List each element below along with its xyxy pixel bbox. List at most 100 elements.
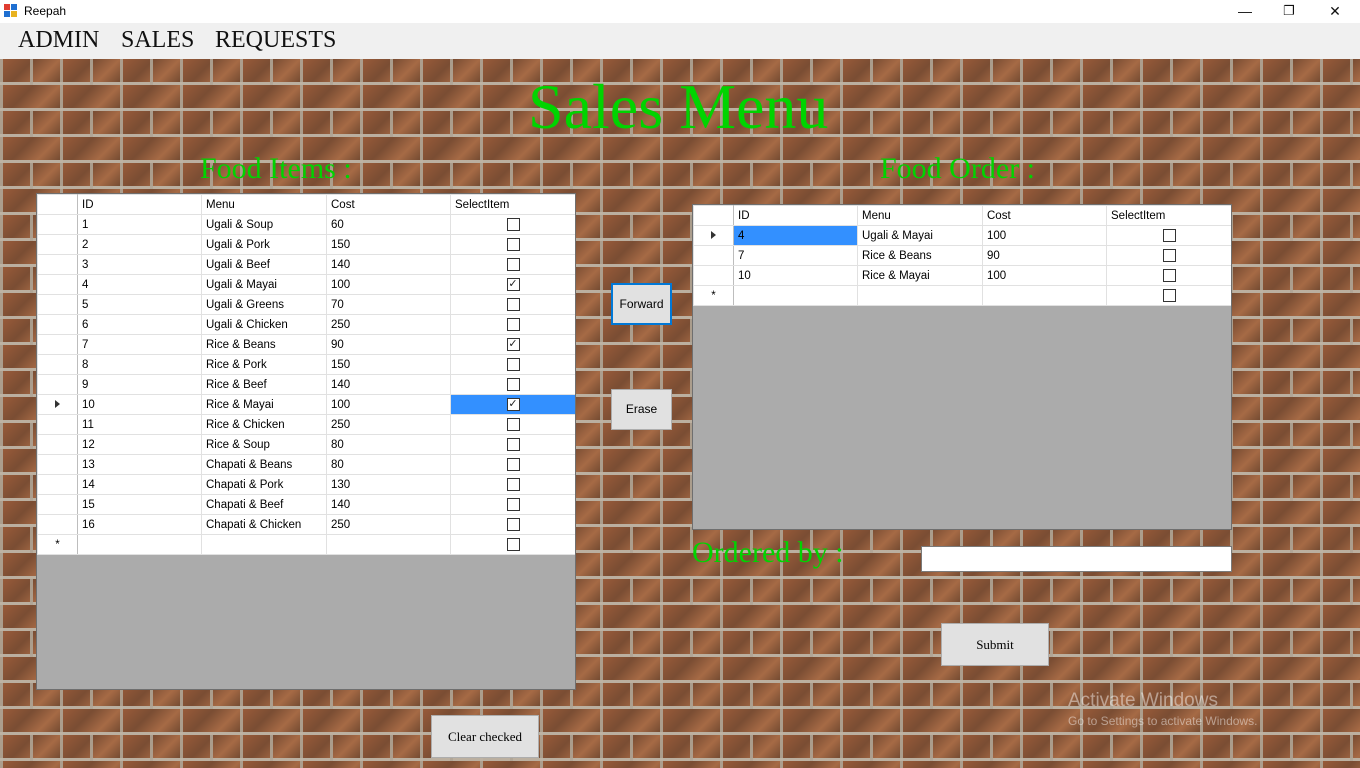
cell-id[interactable]: 7	[77, 334, 202, 355]
cell-selectitem[interactable]	[450, 254, 575, 275]
cell-cost[interactable]: 140	[326, 494, 451, 515]
row-header[interactable]	[37, 274, 78, 295]
table-row[interactable]: 10 Rice & Mayai 100 ✓	[37, 394, 575, 415]
cell-id[interactable]: 2	[77, 234, 202, 255]
cell-selectitem[interactable]	[450, 454, 575, 475]
select-item-checkbox[interactable]: ✓	[506, 278, 520, 291]
row-header[interactable]	[37, 294, 78, 315]
column-header-menu[interactable]: Menu	[201, 194, 327, 215]
select-item-checkbox[interactable]: ✓	[506, 398, 520, 411]
cell-id[interactable]: 1	[77, 214, 202, 235]
cell-menu[interactable]: Rice & Soup	[201, 434, 327, 455]
cell-cost[interactable]: 250	[326, 414, 451, 435]
cell-menu[interactable]: Ugali & Soup	[201, 214, 327, 235]
cell-id[interactable]: 13	[77, 454, 202, 475]
cell-id[interactable]: 8	[77, 354, 202, 375]
cell-cost[interactable]: 140	[326, 374, 451, 395]
minimize-button[interactable]: —	[1222, 0, 1268, 23]
cell-cost[interactable]: 80	[326, 454, 451, 475]
close-button[interactable]: ✕	[1312, 0, 1358, 23]
new-row-cell[interactable]	[857, 285, 983, 306]
new-row-cell[interactable]	[77, 534, 202, 555]
select-item-checkbox[interactable]	[506, 438, 520, 451]
cell-id[interactable]: 12	[77, 434, 202, 455]
cell-menu[interactable]: Ugali & Chicken	[201, 314, 327, 335]
cell-selectitem[interactable]	[1106, 225, 1231, 246]
cell-selectitem[interactable]	[450, 414, 575, 435]
clear-checked-button[interactable]: Clear checked	[431, 715, 539, 758]
cell-menu[interactable]: Ugali & Pork	[201, 234, 327, 255]
row-header[interactable]	[37, 494, 78, 515]
select-item-checkbox[interactable]	[506, 538, 520, 551]
select-item-checkbox[interactable]	[506, 218, 520, 231]
cell-cost[interactable]: 90	[326, 334, 451, 355]
table-row[interactable]: 3 Ugali & Beef 140	[37, 254, 575, 275]
select-item-checkbox[interactable]	[506, 458, 520, 471]
cell-cost[interactable]: 250	[326, 514, 451, 535]
cell-id[interactable]: 10	[77, 394, 202, 415]
select-item-checkbox[interactable]	[506, 498, 520, 511]
cell-selectitem[interactable]: ✓	[450, 274, 575, 295]
row-header[interactable]	[37, 414, 78, 435]
cell-selectitem[interactable]: ✓	[450, 334, 575, 355]
ordered-by-input[interactable]	[921, 546, 1232, 572]
food-order-grid[interactable]: ID Menu Cost SelectItem 4 Ugali & Mayai 10…	[692, 204, 1232, 530]
cell-menu[interactable]: Chapati & Pork	[201, 474, 327, 495]
cell-menu[interactable]: Rice & Beans	[857, 245, 983, 266]
column-header-cost[interactable]: Cost	[326, 194, 451, 215]
select-item-checkbox[interactable]	[1162, 229, 1176, 242]
table-row[interactable]: 9 Rice & Beef 140	[37, 374, 575, 395]
table-row[interactable]: 8 Rice & Pork 150	[37, 354, 575, 375]
erase-button[interactable]: Erase	[611, 389, 672, 430]
cell-cost[interactable]: 80	[326, 434, 451, 455]
cell-cost[interactable]: 150	[326, 234, 451, 255]
row-header[interactable]	[37, 234, 78, 255]
column-header-id[interactable]: ID	[733, 205, 858, 226]
column-header-id[interactable]: ID	[77, 194, 202, 215]
cell-menu[interactable]: Rice & Beans	[201, 334, 327, 355]
table-row[interactable]: 16 Chapati & Chicken 250	[37, 514, 575, 535]
cell-id[interactable]: 6	[77, 314, 202, 335]
cell-selectitem[interactable]	[450, 374, 575, 395]
table-row[interactable]: 7 Rice & Beans 90	[693, 245, 1231, 266]
table-row[interactable]: 4 Ugali & Mayai 100	[693, 225, 1231, 246]
row-header[interactable]	[37, 454, 78, 475]
cell-menu[interactable]: Chapati & Beans	[201, 454, 327, 475]
food-items-grid[interactable]: ID Menu Cost SelectItem 1 Ugali & Soup 60 2…	[36, 193, 576, 690]
row-header[interactable]	[37, 334, 78, 355]
table-row[interactable]: 4 Ugali & Mayai 100 ✓	[37, 274, 575, 295]
table-row[interactable]: 5 Ugali & Greens 70	[37, 294, 575, 315]
cell-cost[interactable]: 100	[982, 225, 1107, 246]
cell-menu[interactable]: Chapati & Chicken	[201, 514, 327, 535]
select-item-checkbox[interactable]	[506, 298, 520, 311]
cell-selectitem[interactable]	[1106, 265, 1231, 286]
new-row-cell[interactable]	[326, 534, 451, 555]
cell-id[interactable]: 3	[77, 254, 202, 275]
cell-menu[interactable]: Ugali & Mayai	[857, 225, 983, 246]
row-header[interactable]	[693, 245, 734, 266]
row-header[interactable]	[37, 354, 78, 375]
cell-cost[interactable]: 60	[326, 214, 451, 235]
cell-selectitem[interactable]	[450, 474, 575, 495]
column-header-selectitem[interactable]: SelectItem	[1106, 205, 1231, 226]
select-item-checkbox[interactable]	[1162, 269, 1176, 282]
row-header[interactable]	[37, 214, 78, 235]
cell-menu[interactable]: Rice & Pork	[201, 354, 327, 375]
forward-button[interactable]: Forward	[611, 283, 672, 325]
cell-menu[interactable]: Ugali & Beef	[201, 254, 327, 275]
table-row[interactable]: 11 Rice & Chicken 250	[37, 414, 575, 435]
cell-cost[interactable]: 100	[326, 394, 451, 415]
cell-menu[interactable]: Ugali & Greens	[201, 294, 327, 315]
cell-selectitem[interactable]	[450, 314, 575, 335]
menu-admin[interactable]: ADMIN	[18, 27, 99, 54]
table-row[interactable]: 7 Rice & Beans 90 ✓	[37, 334, 575, 355]
cell-id[interactable]: 7	[733, 245, 858, 266]
cell-selectitem[interactable]	[450, 514, 575, 535]
select-item-checkbox[interactable]	[506, 478, 520, 491]
row-header[interactable]	[37, 434, 78, 455]
cell-id[interactable]: 11	[77, 414, 202, 435]
table-row[interactable]: 12 Rice & Soup 80	[37, 434, 575, 455]
column-header-cost[interactable]: Cost	[982, 205, 1107, 226]
select-item-checkbox[interactable]	[506, 378, 520, 391]
cell-cost[interactable]: 100	[326, 274, 451, 295]
